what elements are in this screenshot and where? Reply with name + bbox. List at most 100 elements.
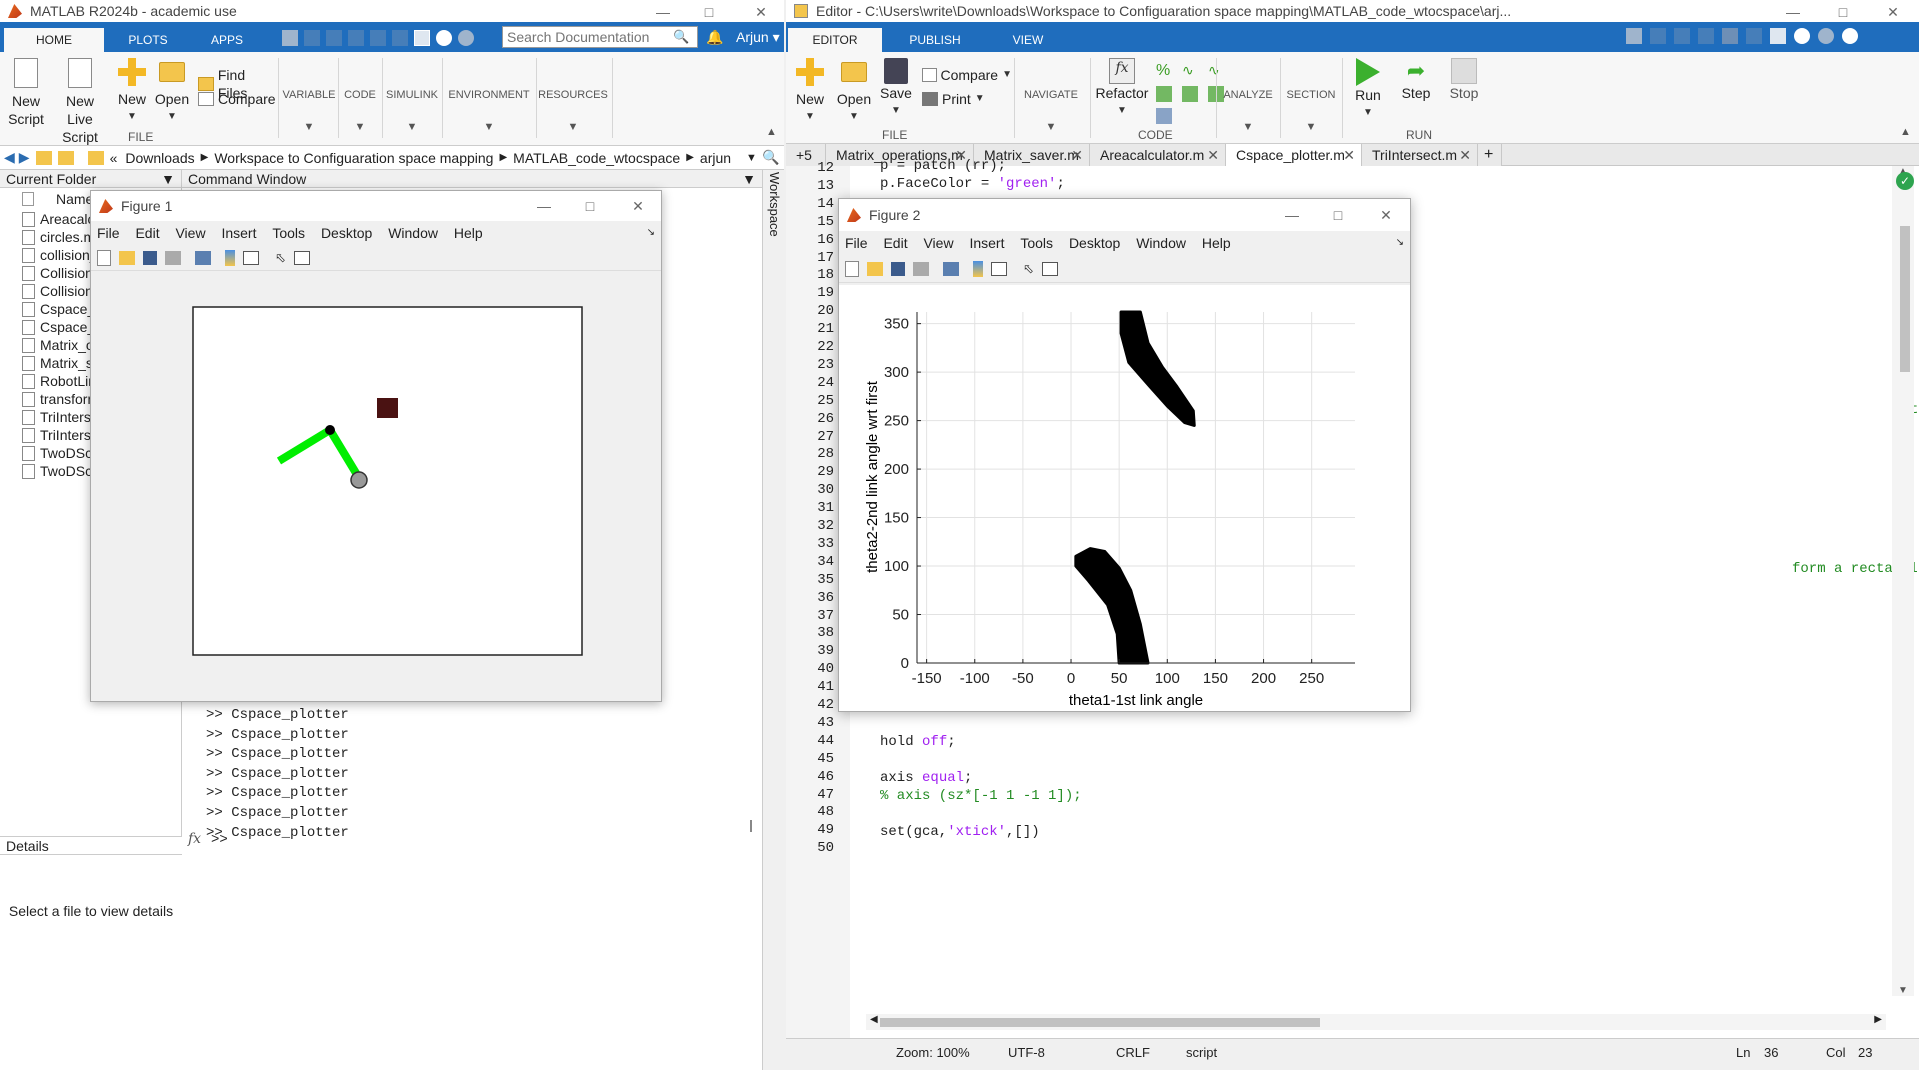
command-prompt-row[interactable]: fx >> <box>188 830 228 848</box>
tab-publish[interactable]: PUBLISH <box>886 28 984 52</box>
open-file-icon[interactable] <box>867 261 883 276</box>
search-icon[interactable]: 🔍 <box>673 29 689 45</box>
indent-icon[interactable] <box>1156 86 1172 102</box>
minimize-button[interactable]: — <box>1770 0 1816 24</box>
copy-icon[interactable] <box>1674 28 1690 44</box>
file-tab-areacalculator[interactable]: Areacalculator.m ✕ <box>1090 144 1226 166</box>
new-menu-button[interactable]: New ▼ <box>116 58 148 126</box>
switch-windows-icon[interactable] <box>414 30 430 46</box>
simulink-section[interactable]: SIMULINK ▼ <box>384 86 440 136</box>
save-figure-icon[interactable] <box>143 250 157 265</box>
tab-home[interactable]: HOME <box>4 28 104 52</box>
collapse-ribbon-icon[interactable]: ▲ <box>766 126 777 138</box>
paste-icon[interactable] <box>348 30 364 46</box>
redo-icon[interactable] <box>1746 28 1762 44</box>
command-scrollbar[interactable] <box>750 820 752 832</box>
scroll-down-icon[interactable]: ▼ <box>1892 985 1914 996</box>
select-all-checkbox[interactable] <box>22 192 34 206</box>
path-overflow-icon[interactable]: « <box>110 150 118 166</box>
close-button[interactable]: ✕ <box>738 0 784 24</box>
property-inspector-icon[interactable] <box>1041 261 1058 276</box>
path-segment-3[interactable]: MATLAB_code_wtocspace <box>513 150 680 166</box>
menu-file[interactable]: File <box>845 231 868 255</box>
code-section[interactable]: CODE ▼ <box>340 86 380 136</box>
close-tab-icon[interactable]: ✕ <box>1459 144 1471 166</box>
workspace-sidebar[interactable]: Workspace <box>762 170 784 1070</box>
scroll-left-icon[interactable]: ◀ <box>870 1014 878 1025</box>
maximize-button[interactable]: □ <box>686 0 732 24</box>
dock-icon[interactable]: ↘ <box>647 221 655 245</box>
new-script-button[interactable]: New Script <box>6 58 46 128</box>
community-icon[interactable] <box>458 30 474 46</box>
fx-icon[interactable]: fx <box>188 831 201 847</box>
new-live-script-button[interactable]: New Live Script <box>50 58 110 146</box>
step-button[interactable]: ➦ Step <box>1394 58 1438 102</box>
menu-tools[interactable]: Tools <box>272 221 305 245</box>
close-button[interactable]: ✕ <box>1870 0 1916 24</box>
close-tab-icon[interactable]: ✕ <box>1343 144 1355 166</box>
path-dropdown-icon[interactable]: ▼ <box>746 152 757 164</box>
section-section[interactable]: SECTION ▼ <box>1282 86 1340 136</box>
comment-icon[interactable]: % <box>1156 62 1176 80</box>
paste-icon[interactable] <box>1698 28 1714 44</box>
new-figure-icon[interactable] <box>97 249 111 266</box>
editor-print-button[interactable]: Print ▼ <box>922 90 1012 108</box>
close-tab-icon[interactable]: ✕ <box>1207 144 1219 166</box>
maximize-button[interactable]: □ <box>1820 0 1866 24</box>
panel-menu-icon[interactable]: ▼ <box>161 170 175 188</box>
editor-new-button[interactable]: New ▼ <box>792 58 828 126</box>
tab-editor[interactable]: EDITOR <box>788 28 882 52</box>
colorbar-icon[interactable] <box>973 260 983 277</box>
collapse-ribbon-icon[interactable]: ▲ <box>1900 126 1911 138</box>
panel-menu-icon[interactable]: ▼ <box>742 170 756 188</box>
dock-icon[interactable]: ↘ <box>1396 231 1404 255</box>
file-tab-cspace-plotter[interactable]: Cspace_plotter.m ✕ <box>1226 144 1362 166</box>
search-documentation-box[interactable]: 🔍 <box>502 26 698 48</box>
close-button[interactable]: ✕ <box>615 191 661 221</box>
legend-icon[interactable] <box>243 250 259 265</box>
switch-windows-icon[interactable] <box>1770 28 1786 44</box>
stop-button[interactable]: Stop <box>1442 58 1486 102</box>
menu-window[interactable]: Window <box>1136 231 1186 255</box>
minimize-button[interactable]: — <box>521 191 567 221</box>
cut-icon[interactable] <box>1650 28 1666 44</box>
tab-view[interactable]: VIEW <box>988 28 1068 52</box>
menu-view[interactable]: View <box>175 221 205 245</box>
environment-section[interactable]: ENVIRONMENT ▼ <box>444 86 534 136</box>
code-more-icon[interactable] <box>1156 108 1172 124</box>
file-tab-triintersect[interactable]: TriIntersect.m ✕ <box>1362 144 1478 166</box>
run-button[interactable]: Run ▼ <box>1346 58 1390 122</box>
colorbar-icon[interactable] <box>225 249 235 266</box>
help-icon[interactable] <box>436 30 452 46</box>
tab-apps[interactable]: APPS <box>192 28 262 52</box>
link-plot-icon[interactable] <box>195 250 211 265</box>
analyze-section[interactable]: ANALYZE ▼ <box>1218 86 1278 136</box>
compare-button[interactable]: Compare <box>198 90 278 108</box>
variable-section[interactable]: VARIABLE ▼ <box>282 86 336 136</box>
maximize-button[interactable]: □ <box>1315 199 1361 231</box>
cut-icon[interactable] <box>304 30 320 46</box>
minimize-button[interactable]: — <box>1269 199 1315 231</box>
hscroll-thumb[interactable] <box>880 1018 1320 1027</box>
browse-folder-icon[interactable] <box>57 150 74 165</box>
print-figure-icon[interactable] <box>913 261 929 276</box>
community-icon[interactable] <box>1818 28 1834 44</box>
resources-section[interactable]: RESOURCES ▼ <box>538 86 608 136</box>
menu-help[interactable]: Help <box>1202 231 1231 255</box>
path-segment-4[interactable]: arjun <box>700 150 731 166</box>
save-figure-icon[interactable] <box>891 261 905 276</box>
close-button[interactable]: ✕ <box>1363 199 1409 231</box>
pointer-icon[interactable]: ⬁ <box>275 250 286 266</box>
save-icon[interactable] <box>282 30 298 46</box>
wrap-comments-icon[interactable]: ∿ <box>1182 62 1202 80</box>
copy-icon[interactable] <box>326 30 342 46</box>
close-tab-icon[interactable]: ✕ <box>1071 144 1083 166</box>
path-segment-1[interactable]: Downloads <box>125 150 194 166</box>
menu-edit[interactable]: Edit <box>883 231 907 255</box>
menu-help[interactable]: Help <box>454 221 483 245</box>
save-icon[interactable] <box>1626 28 1642 44</box>
editor-compare-button[interactable]: Compare ▼ <box>922 66 1012 84</box>
path-segment-2[interactable]: Workspace to Configuaration space mappin… <box>214 150 493 166</box>
editor-open-button[interactable]: Open ▼ <box>834 62 874 126</box>
menu-insert[interactable]: Insert <box>969 231 1004 255</box>
